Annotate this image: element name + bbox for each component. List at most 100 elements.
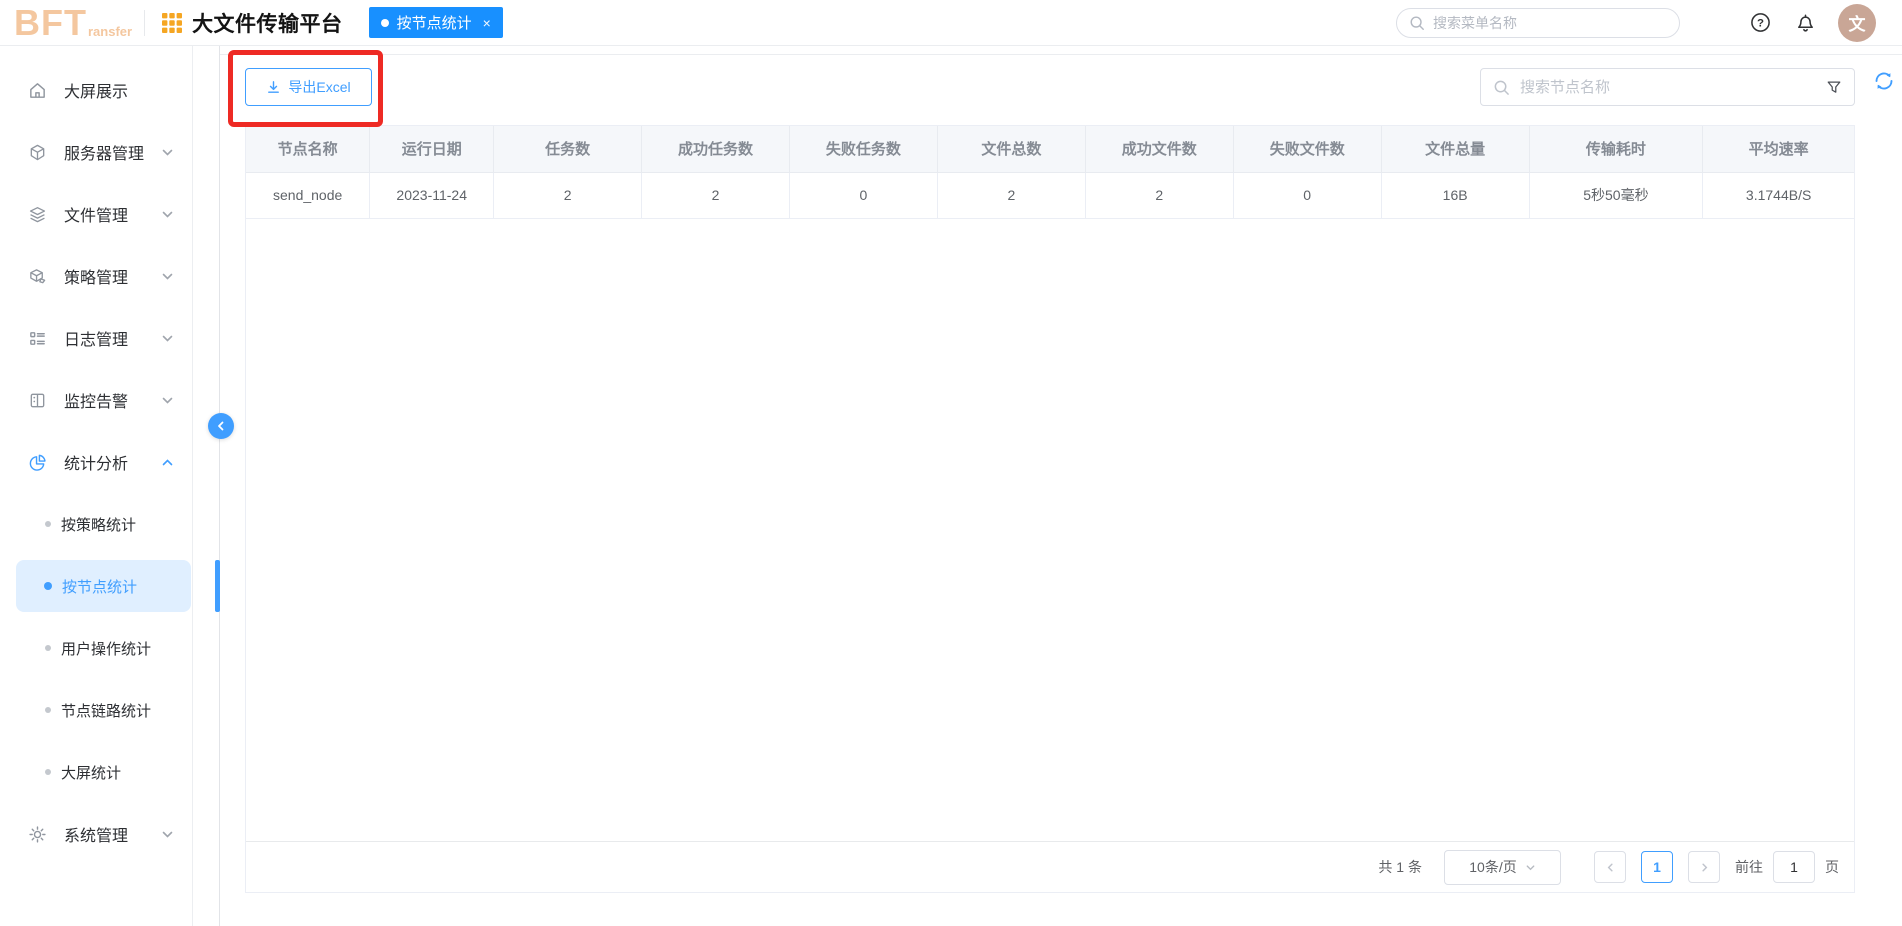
current-page-button[interactable]: 1	[1641, 851, 1673, 883]
chevron-left-icon	[1607, 863, 1613, 871]
tab-close-icon[interactable]: ×	[483, 16, 491, 30]
col-header-run-date: 运行日期	[369, 126, 495, 173]
col-header-success-tasks: 成功任务数	[641, 126, 790, 173]
col-header-failed-tasks: 失败任务数	[789, 126, 938, 173]
sidebar-item-system-management[interactable]: 系统管理	[0, 803, 192, 865]
apps-grid-icon	[161, 12, 183, 34]
logo-main-text: BFT	[14, 1, 87, 43]
tab-node-statistics[interactable]: 按节点统计 ×	[368, 7, 503, 38]
cell-total-size: 16B	[1381, 172, 1530, 219]
chevron-left-icon	[218, 421, 224, 431]
sidebar-item-node-link-stats[interactable]: 节点链路统计	[0, 679, 192, 741]
sidebar-item-stats-by-policy[interactable]: 按策略统计	[0, 493, 192, 555]
svg-text:?: ?	[1757, 18, 1764, 30]
col-header-task-count: 任务数	[493, 126, 643, 173]
search-icon	[1494, 80, 1509, 95]
search-icon	[1410, 16, 1424, 30]
bullet-dot-icon	[45, 645, 51, 651]
sidebar-item-user-operation-stats[interactable]: 用户操作统计	[0, 617, 192, 679]
notification-bell-icon[interactable]	[1795, 12, 1816, 33]
chevron-down-icon	[1526, 864, 1535, 870]
bullet-dot-icon	[45, 769, 51, 775]
page-unit-label: 页	[1825, 859, 1839, 875]
col-header-total-files: 文件总数	[937, 126, 1086, 173]
cell-transfer-time: 5秒50毫秒	[1529, 172, 1704, 219]
main-content: 导出Excel 节点名称 运行日期 任务数 成功任务数 失败任务数 文件总数 成…	[220, 46, 1902, 926]
cell-task-count: 2	[493, 172, 643, 219]
bullet-dot-icon	[45, 707, 51, 713]
sidebar-item-screen-stats[interactable]: 大屏统计	[0, 741, 192, 803]
col-header-transfer-time: 传输耗时	[1529, 126, 1704, 173]
tab-label: 按节点统计	[396, 15, 472, 32]
chevron-down-icon	[161, 208, 174, 221]
page-size-select[interactable]: 10条/页	[1444, 849, 1561, 885]
cell-total-files: 2	[937, 172, 1086, 219]
logo-sub-text: ransfer	[87, 23, 133, 39]
export-excel-button[interactable]: 导出Excel	[245, 68, 372, 106]
log-icon	[28, 329, 47, 348]
prev-page-button[interactable]	[1594, 851, 1626, 883]
sidebar-item-server-management[interactable]: 服务器管理	[0, 121, 192, 183]
bullet-dot-icon	[44, 582, 52, 590]
content-divider	[220, 54, 1902, 55]
cell-failed-files: 0	[1233, 172, 1382, 219]
chevron-right-icon	[1701, 863, 1707, 871]
sidebar-item-policy-management[interactable]: 策略管理	[0, 245, 192, 307]
total-count-label: 共 1 条	[1378, 859, 1422, 875]
user-avatar[interactable]: 文	[1838, 3, 1876, 42]
policy-icon	[28, 267, 47, 286]
header-divider	[144, 9, 146, 36]
sidebar-collapse-toggle[interactable]	[208, 413, 234, 439]
chevron-down-icon	[161, 828, 174, 841]
goto-page-input[interactable]	[1773, 851, 1815, 883]
cell-node-name: send_node	[246, 172, 371, 219]
chevron-down-icon	[161, 332, 174, 345]
node-statistics-table: 节点名称 运行日期 任务数 成功任务数 失败任务数 文件总数 成功文件数 失败文…	[246, 126, 1854, 219]
sidebar-item-statistics[interactable]: 统计分析	[0, 431, 192, 493]
sidebar-item-file-management[interactable]: 文件管理	[0, 183, 192, 245]
avatar-initial: 文	[1848, 15, 1866, 34]
sidebar: 大屏展示 服务器管理 文件管理 策略管理 日志管理 监控告警 统计分析 按策略统…	[0, 46, 220, 926]
help-icon[interactable]: ?	[1750, 12, 1771, 33]
node-search-box[interactable]	[1480, 68, 1855, 106]
pagination-bar: 共 1 条 10条/页 1 前往 页	[246, 841, 1854, 892]
goto-page-label: 前往	[1735, 859, 1763, 875]
menu-search-input[interactable]	[1433, 14, 1667, 31]
files-icon	[28, 205, 47, 224]
table-header-row: 节点名称 运行日期 任务数 成功任务数 失败任务数 文件总数 成功文件数 失败文…	[246, 126, 1854, 173]
col-header-avg-speed: 平均速率	[1702, 126, 1854, 173]
cell-success-files: 2	[1085, 172, 1234, 219]
cell-run-date: 2023-11-24	[369, 172, 495, 219]
chevron-down-icon	[161, 394, 174, 407]
col-header-total-size: 文件总量	[1381, 126, 1530, 173]
menu-search-box[interactable]	[1396, 7, 1680, 38]
cell-avg-speed: 3.1744B/S	[1702, 172, 1854, 219]
col-header-node-name: 节点名称	[246, 126, 371, 173]
col-header-failed-files: 失败文件数	[1233, 126, 1382, 173]
chevron-down-icon	[161, 146, 174, 159]
next-page-button[interactable]	[1688, 851, 1720, 883]
statistics-table-panel: 节点名称 运行日期 任务数 成功任务数 失败任务数 文件总数 成功文件数 失败文…	[245, 125, 1855, 893]
active-item-indicator	[215, 560, 220, 612]
top-header: BFT ransfer 大文件传输平台 按节点统计 × ? 文	[0, 0, 1902, 46]
cell-success-tasks: 2	[641, 172, 790, 219]
pie-chart-icon	[28, 453, 47, 472]
sidebar-item-monitor-alerts[interactable]: 监控告警	[0, 369, 192, 431]
table-row[interactable]: send_node 2023-11-24 2 2 0 2 2 0 16B 5秒5…	[246, 172, 1854, 219]
home-icon	[28, 81, 47, 100]
bullet-dot-icon	[45, 521, 51, 527]
refresh-icon[interactable]	[1873, 70, 1895, 92]
chevron-down-icon	[161, 270, 174, 283]
sidebar-item-dashboard[interactable]: 大屏展示	[0, 59, 192, 121]
node-search-input[interactable]	[1520, 78, 1816, 96]
col-header-success-files: 成功文件数	[1085, 126, 1234, 173]
sidebar-item-stats-by-node[interactable]: 按节点统计	[0, 555, 192, 617]
server-icon	[28, 143, 47, 162]
app-logo: BFT ransfer	[14, 1, 133, 43]
sidebar-item-log-management[interactable]: 日志管理	[0, 307, 192, 369]
gear-icon	[28, 825, 47, 844]
tab-active-dot	[380, 18, 389, 27]
monitor-icon	[28, 391, 47, 410]
filter-funnel-icon[interactable]	[1826, 79, 1842, 95]
download-icon	[268, 80, 280, 93]
